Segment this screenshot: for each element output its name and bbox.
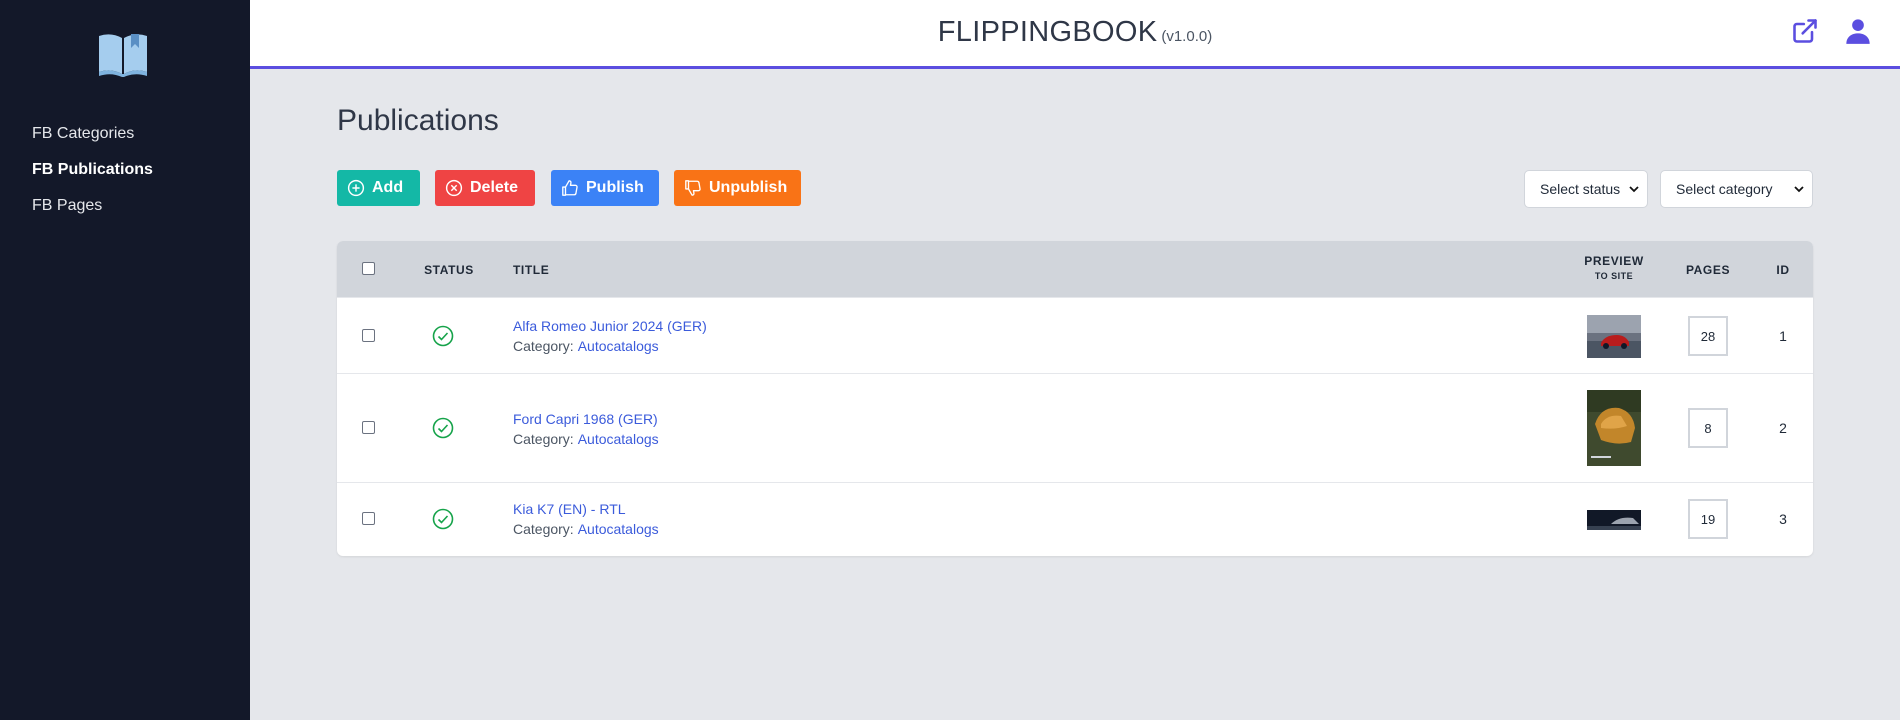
column-header-id[interactable]: ID — [1768, 263, 1798, 277]
publications-table: STATUS TITLE PREVIEW TO SITE PAGES ID Al… — [337, 241, 1813, 556]
plus-circle-icon — [347, 179, 365, 197]
category-link[interactable]: Autocatalogs — [578, 338, 659, 354]
preview-label: PREVIEW — [1584, 254, 1644, 268]
column-header-preview: PREVIEW TO SITE — [1574, 254, 1654, 281]
table-header: STATUS TITLE PREVIEW TO SITE PAGES ID — [337, 241, 1813, 297]
check-circle-icon[interactable] — [432, 325, 454, 347]
category-line: Category: Autocatalogs — [513, 431, 659, 447]
preview-thumbnail[interactable] — [1587, 315, 1641, 358]
table-row: Kia K7 (EN) - RTL Category: Autocatalogs … — [337, 482, 1813, 556]
column-header-title[interactable]: TITLE — [513, 263, 549, 277]
publication-title-link[interactable]: Kia K7 (EN) - RTL — [513, 501, 626, 517]
delete-button-label: Delete — [470, 179, 519, 196]
column-header-pages[interactable]: PAGES — [1673, 263, 1743, 277]
category-label: Category: — [513, 338, 574, 354]
category-select-value: Select category — [1676, 181, 1773, 197]
sidebar-item-fb-pages[interactable]: FB Pages — [32, 194, 153, 230]
check-circle-icon[interactable] — [432, 508, 454, 530]
publication-id: 3 — [1779, 511, 1787, 527]
x-circle-icon — [445, 179, 463, 197]
category-line: Category: Autocatalogs — [513, 338, 659, 354]
thumbs-up-icon — [562, 180, 578, 196]
add-button-label: Add — [372, 179, 404, 196]
sidebar-item-fb-categories[interactable]: FB Categories — [32, 122, 153, 158]
unpublish-button-label: Unpublish — [709, 179, 788, 196]
status-select[interactable]: Select status — [1524, 170, 1648, 208]
delete-button[interactable]: Delete — [435, 170, 535, 206]
open-book-icon[interactable] — [97, 30, 149, 78]
pages-count: 19 — [1688, 499, 1728, 539]
top-header: FLIPPINGBOOK (v1.0.0) — [250, 0, 1900, 69]
sidebar-nav: FB Categories FB Publications FB Pages — [32, 122, 153, 230]
category-select[interactable]: Select category — [1660, 170, 1813, 208]
category-label: Category: — [513, 431, 574, 447]
page-title: Publications — [337, 104, 499, 137]
sidebar-item-fb-publications[interactable]: FB Publications — [32, 158, 153, 194]
add-button[interactable]: Add — [337, 170, 420, 206]
category-link[interactable]: Autocatalogs — [578, 521, 659, 537]
category-link[interactable]: Autocatalogs — [578, 431, 659, 447]
unpublish-button[interactable]: Unpublish — [674, 170, 801, 206]
sidebar: FB Categories FB Publications FB Pages — [0, 0, 250, 720]
column-header-status[interactable]: STATUS — [399, 263, 499, 277]
publication-id: 1 — [1779, 328, 1787, 344]
pages-count: 28 — [1688, 316, 1728, 356]
user-icon[interactable] — [1844, 17, 1872, 45]
preview-thumbnail[interactable] — [1587, 510, 1641, 530]
status-select-value: Select status — [1540, 181, 1621, 197]
table-row: Alfa Romeo Junior 2024 (GER) Category: Au… — [337, 297, 1813, 373]
publication-id: 2 — [1779, 420, 1787, 436]
external-link-icon[interactable] — [1791, 17, 1819, 45]
check-circle-icon[interactable] — [432, 417, 454, 439]
preview-thumbnail[interactable] — [1587, 390, 1641, 466]
pages-count: 8 — [1688, 408, 1728, 448]
table-row: Ford Capri 1968 (GER) Category: Autocatal… — [337, 373, 1813, 482]
chevron-down-icon — [1794, 186, 1804, 193]
thumbs-down-icon — [685, 180, 701, 196]
row-checkbox[interactable] — [362, 512, 375, 525]
chevron-down-icon — [1629, 186, 1639, 193]
select-all-checkbox[interactable] — [362, 262, 375, 275]
publication-title-link[interactable]: Ford Capri 1968 (GER) — [513, 411, 658, 427]
preview-sublabel: TO SITE — [1594, 271, 1634, 281]
brand: FLIPPINGBOOK (v1.0.0) — [250, 16, 1900, 49]
app-version: (v1.0.0) — [1161, 28, 1213, 45]
row-checkbox[interactable] — [362, 421, 375, 434]
row-checkbox[interactable] — [362, 329, 375, 342]
publication-title-link[interactable]: Alfa Romeo Junior 2024 (GER) — [513, 318, 707, 334]
app-title: FLIPPINGBOOK — [937, 16, 1158, 48]
publish-button[interactable]: Publish — [551, 170, 659, 206]
publish-button-label: Publish — [586, 179, 644, 196]
category-line: Category: Autocatalogs — [513, 521, 659, 537]
category-label: Category: — [513, 521, 574, 537]
